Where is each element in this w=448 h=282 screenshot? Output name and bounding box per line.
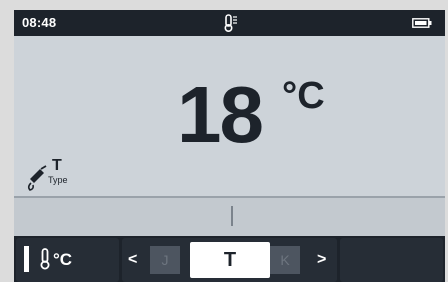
measurement-unit: °C	[282, 75, 325, 117]
right-softkey[interactable]	[340, 238, 443, 282]
thermocouple-probe-icon	[27, 165, 47, 191]
bargraph-marker	[231, 206, 233, 226]
next-type-button[interactable]: >	[317, 250, 326, 270]
bargraph-row	[14, 198, 445, 236]
meter-screen: 08:48 18 °C T Type °C < J T K >	[14, 10, 445, 282]
previous-type-button[interactable]: <	[128, 250, 137, 270]
unit-softkey-label: °C	[53, 250, 73, 269]
thermocouple-type-label: Type	[48, 175, 68, 185]
type-option-next[interactable]: K	[270, 246, 300, 274]
measurement-value: 18	[177, 70, 264, 159]
battery-icon	[412, 18, 432, 28]
thermometer-icon	[224, 14, 237, 33]
thermocouple-type-letter: T	[52, 157, 62, 174]
type-option-selected[interactable]: T	[190, 242, 270, 278]
softkey-indicator	[24, 246, 29, 272]
type-option-previous[interactable]: J	[150, 246, 180, 274]
status-time: 08:48	[22, 15, 57, 30]
thermometer-icon	[40, 248, 50, 270]
